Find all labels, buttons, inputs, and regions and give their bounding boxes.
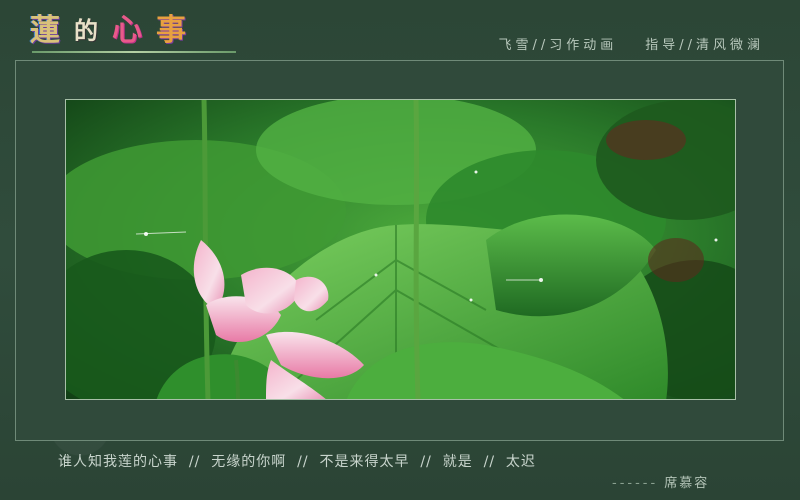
logo-char-shi: 事 [156, 13, 186, 48]
logo-underline [32, 51, 236, 53]
lotus-illustration [66, 100, 735, 399]
credits-bar: 飞雪//习作动画 指导//清风微澜 [498, 34, 764, 53]
author-name: 席慕容 [664, 476, 710, 491]
author-dashes: ------ [612, 476, 659, 491]
site-logo: 蓮 的 心 事 [30, 6, 240, 56]
credit-author: 飞雪//习作动画 [498, 38, 618, 53]
logo-char-xin: 心 [112, 13, 142, 48]
credit-guide: 指导//清风微澜 [645, 38, 764, 53]
poem-line: 谁人知我莲的心事 // 无缘的你啊 // 不是来得太早 // 就是 // 太迟 [58, 454, 536, 470]
author-signature: ------ 席慕容 [612, 472, 709, 491]
lotus-photo[interactable] [65, 99, 736, 400]
logo-char-lian: 蓮 [30, 13, 60, 48]
logo-char-de: 的 [74, 16, 98, 45]
